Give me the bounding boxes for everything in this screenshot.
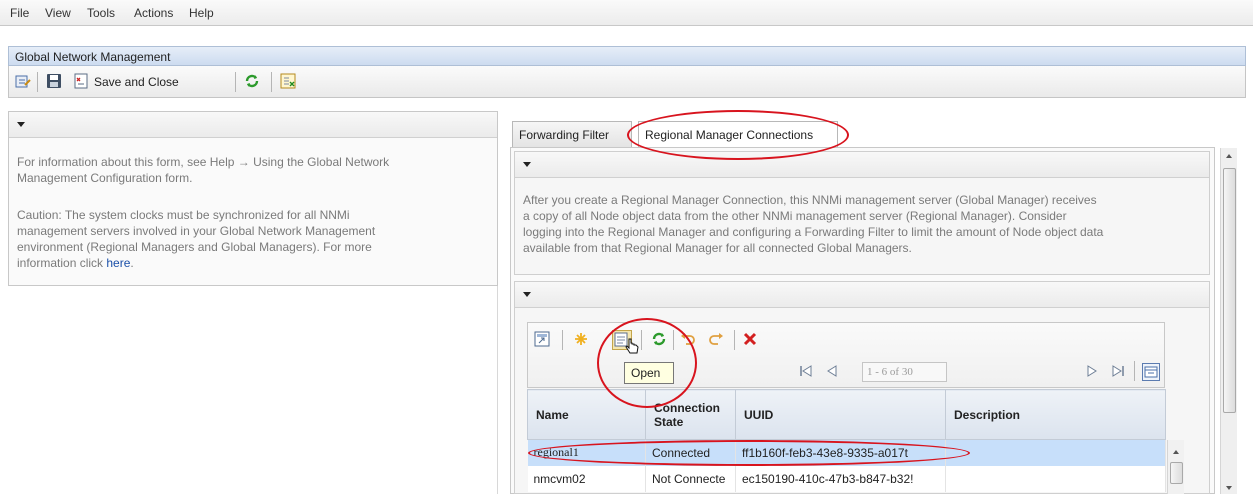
grid-scrollbar-thumb[interactable] <box>1170 462 1183 484</box>
description-line: available from that Regional Manager for… <box>523 241 912 255</box>
redo-icon[interactable] <box>708 331 724 347</box>
help-text-line: For information about this form, see Hel… <box>17 155 390 169</box>
highlight-ellipse-row <box>528 440 970 466</box>
toolbar-separator <box>271 72 272 92</box>
info-panel: For information about this form, see Hel… <box>8 111 498 286</box>
connections-table: Name Connection State UUID Description r… <box>527 389 1166 492</box>
tab-forwarding-filter[interactable]: Forwarding Filter <box>512 121 632 147</box>
export-icon[interactable] <box>280 73 296 89</box>
open-in-new-icon[interactable] <box>534 331 550 347</box>
column-header-description[interactable]: Description <box>945 389 1166 440</box>
pager-input[interactable]: 1 - 6 of 30 <box>862 362 947 382</box>
info-panel-header[interactable] <box>9 112 497 138</box>
highlight-ellipse-open <box>597 318 697 408</box>
grid-panel-header[interactable] <box>515 282 1209 308</box>
caution-text: Caution: The system clocks must be synch… <box>17 207 487 271</box>
save-icon[interactable] <box>46 73 62 89</box>
pane-scrollbar[interactable] <box>1220 148 1237 494</box>
help-text-line: Management Configuration form. <box>17 171 193 185</box>
save-and-close-button[interactable]: Save and Close <box>94 75 179 89</box>
description-line: After you create a Regional Manager Conn… <box>523 193 1097 207</box>
description-panel: After you create a Regional Manager Conn… <box>514 151 1210 275</box>
table-options-icon[interactable] <box>1142 363 1160 381</box>
toolbar-separator <box>1134 361 1135 381</box>
cell-description[interactable] <box>945 439 1166 466</box>
menu-bar: File View Tools Actions Help <box>0 0 1253 26</box>
edit-icon[interactable] <box>15 73 31 89</box>
scroll-down-icon[interactable] <box>1226 486 1232 490</box>
description-line: a copy of all Node object data from the … <box>523 209 1067 223</box>
last-page-icon[interactable] <box>1110 363 1126 379</box>
pane-scrollbar-thumb[interactable] <box>1223 168 1236 413</box>
toolbar-separator <box>734 330 735 350</box>
scroll-up-icon[interactable] <box>1226 154 1232 158</box>
new-icon[interactable] <box>573 331 589 347</box>
window-title: Global Network Management <box>15 50 171 64</box>
menu-tools[interactable]: Tools <box>87 6 115 20</box>
table-row[interactable]: nmcvm02 Not Connecte ec150190-410c-47b3-… <box>527 465 1166 492</box>
window-title-bar: Global Network Management <box>8 46 1246 66</box>
save-close-icon[interactable] <box>73 73 89 89</box>
toolbar-separator <box>37 72 38 92</box>
menu-help[interactable]: Help <box>189 6 214 20</box>
help-link[interactable]: here <box>106 256 130 270</box>
menu-view[interactable]: View <box>45 6 71 20</box>
help-text: For information about this form, see Hel… <box>17 154 487 186</box>
scroll-up-icon[interactable] <box>1173 450 1179 454</box>
next-page-icon[interactable] <box>1084 363 1100 379</box>
column-header-uuid[interactable]: UUID <box>735 389 946 440</box>
description-text: After you create a Regional Manager Conn… <box>523 192 1203 256</box>
description-line: logging into the Regional Manager and co… <box>523 225 1104 239</box>
collapse-triangle-icon[interactable] <box>17 122 25 127</box>
cell-name[interactable]: nmcvm02 <box>527 465 646 492</box>
cell-uuid[interactable]: ec150190-410c-47b3-b847-b32! <box>735 465 946 492</box>
caution-text-line: information click here. <box>17 255 487 271</box>
first-page-icon[interactable] <box>798 363 814 379</box>
description-panel-header[interactable] <box>515 152 1209 178</box>
left-pane: For information about this form, see Hel… <box>8 111 498 494</box>
prev-page-icon[interactable] <box>824 363 840 379</box>
refresh-icon[interactable] <box>244 73 260 89</box>
caution-text-line: environment (Regional Managers and Globa… <box>17 240 372 254</box>
cell-description[interactable] <box>945 465 1166 492</box>
menu-file[interactable]: File <box>10 6 29 20</box>
caution-suffix: . <box>130 256 134 270</box>
grid-scrollbar[interactable] <box>1167 440 1184 494</box>
caution-prefix: information click <box>17 256 107 270</box>
collapse-triangle-icon[interactable] <box>523 162 531 167</box>
delete-icon[interactable] <box>742 331 758 347</box>
main-toolbar: Save and Close <box>8 66 1246 98</box>
caution-text-line: management servers involved in your Glob… <box>17 224 376 238</box>
menu-actions[interactable]: Actions <box>134 6 173 20</box>
highlight-ellipse-tab <box>627 110 849 160</box>
toolbar-separator <box>562 330 563 350</box>
caution-text-line: Caution: The system clocks must be synch… <box>17 208 350 222</box>
collapse-triangle-icon[interactable] <box>523 292 531 297</box>
toolbar-separator <box>235 72 236 92</box>
cell-connection-state[interactable]: Not Connecte <box>645 465 736 492</box>
